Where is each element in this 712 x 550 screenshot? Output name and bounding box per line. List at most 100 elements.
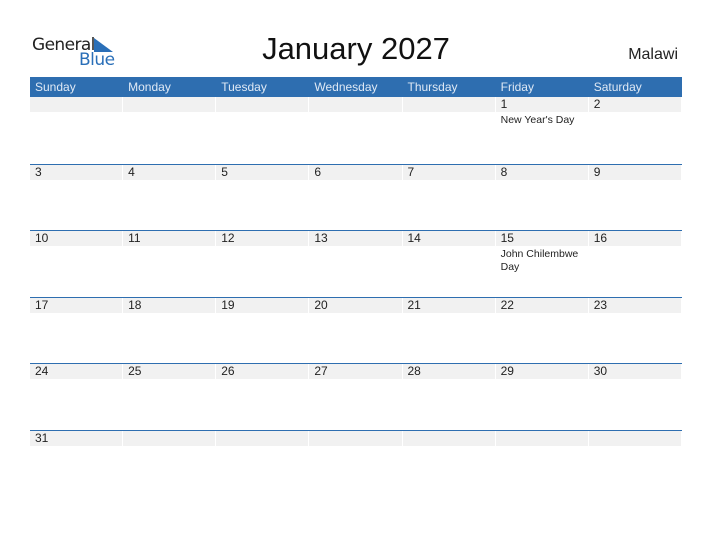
- day-cell: [309, 97, 402, 164]
- day-cell: 1 New Year's Day: [495, 97, 589, 164]
- day-number: 26: [216, 364, 309, 380]
- day-number: 28: [402, 364, 495, 380]
- day-cell: 25: [123, 364, 216, 430]
- holiday-label: New Year's Day: [500, 114, 575, 126]
- weekday-saturday: Saturday: [593, 80, 642, 94]
- day-number: 25: [123, 364, 216, 380]
- day-number: 17: [30, 297, 123, 313]
- weekday-tuesday: Tuesday: [221, 80, 267, 94]
- day-cell: 29: [495, 364, 589, 430]
- day-cell: 21: [402, 297, 496, 364]
- day-number: 1: [495, 97, 588, 112]
- day-number: [123, 97, 216, 112]
- day-cell: 22: [495, 297, 589, 364]
- day-cell: 12: [216, 231, 309, 297]
- day-cell: 26: [216, 364, 309, 430]
- day-cell: 8: [495, 164, 589, 231]
- day-cell: 11: [123, 231, 216, 297]
- day-cell: 15 John Chilembwe Day: [495, 231, 589, 297]
- day-cell: 14: [402, 231, 496, 297]
- day-number: 15: [495, 231, 588, 247]
- day-cell: 2: [588, 97, 682, 164]
- day-number: 9: [588, 164, 681, 180]
- day-cell: [588, 430, 682, 497]
- day-cell: [123, 430, 216, 497]
- day-number: 2: [588, 97, 681, 112]
- week-row: 17 18 19 20 21 22 23: [30, 296, 682, 364]
- country-label: Malawi: [628, 46, 678, 63]
- day-number: 10: [30, 231, 123, 247]
- day-cell: [495, 430, 589, 497]
- day-number: 19: [216, 297, 309, 313]
- day-cell: 31: [30, 430, 123, 497]
- day-number: [30, 97, 123, 112]
- day-number: 12: [216, 231, 309, 247]
- day-number: 20: [309, 297, 402, 313]
- calendar-grid: 1 New Year's Day 2 3 4 5 6 7 8 9 10 11 12 13 14 15 John …: [30, 97, 682, 497]
- day-number: 5: [216, 164, 309, 180]
- day-cell: [402, 97, 496, 164]
- day-cell: 10: [30, 231, 123, 297]
- day-number: [216, 97, 309, 112]
- day-cell: 5: [216, 164, 309, 231]
- day-cell: [30, 97, 123, 164]
- day-number: [495, 430, 588, 446]
- week-row: 1 New Year's Day 2: [30, 97, 682, 164]
- day-cell: [123, 97, 216, 164]
- day-cell: [402, 430, 496, 497]
- day-number: 27: [309, 364, 402, 380]
- day-cell: 4: [123, 164, 216, 231]
- day-cell: 9: [588, 164, 682, 231]
- day-number: [588, 430, 681, 446]
- weekday-friday: Friday: [500, 80, 534, 94]
- day-number: [123, 430, 216, 446]
- day-number: 14: [402, 231, 495, 247]
- day-cell: 23: [588, 297, 682, 364]
- day-cell: 7: [402, 164, 496, 231]
- day-number: [402, 97, 495, 112]
- day-cell: 6: [309, 164, 402, 231]
- day-number: 21: [402, 297, 495, 313]
- day-number: 23: [588, 297, 681, 313]
- day-cell: 30: [588, 364, 682, 430]
- day-cell: [216, 430, 309, 497]
- day-number: 13: [309, 231, 402, 247]
- day-number: 3: [30, 164, 123, 180]
- day-number: 7: [402, 164, 495, 180]
- day-number: 8: [495, 164, 588, 180]
- day-cell: 13: [309, 231, 402, 297]
- day-cell: 18: [123, 297, 216, 364]
- day-number: 18: [123, 297, 216, 313]
- day-cell: 27: [309, 364, 402, 430]
- day-number: 16: [588, 231, 681, 247]
- holiday-label: John Chilembwe Day: [500, 248, 579, 274]
- day-number: 30: [588, 364, 681, 380]
- day-number: 29: [495, 364, 588, 380]
- day-number: 11: [123, 231, 216, 247]
- day-cell: [309, 430, 402, 497]
- week-row: 24 25 26 27 28 29 30: [30, 363, 682, 430]
- day-cell: 20: [309, 297, 402, 364]
- day-number: 24: [30, 364, 123, 380]
- day-cell: [216, 97, 309, 164]
- day-cell: 3: [30, 164, 123, 231]
- day-number: 4: [123, 164, 216, 180]
- weekday-monday: Monday: [128, 80, 171, 94]
- day-number: [309, 430, 402, 446]
- week-row: 10 11 12 13 14 15 John Chilembwe Day 16: [30, 230, 682, 297]
- calendar-title: January 2027: [262, 31, 450, 66]
- weekday-thursday: Thursday: [407, 80, 458, 94]
- day-cell: 16: [588, 231, 682, 297]
- day-cell: 28: [402, 364, 496, 430]
- weekday-wednesday: Wednesday: [314, 80, 378, 94]
- day-number: [309, 97, 402, 112]
- day-cell: 17: [30, 297, 123, 364]
- day-number: [216, 430, 309, 446]
- week-row: 31: [30, 429, 682, 497]
- day-number: 6: [309, 164, 402, 180]
- weekday-header: Sunday Monday Tuesday Wednesday Thursday…: [30, 77, 682, 97]
- weekday-sunday: Sunday: [35, 80, 76, 94]
- day-number: 22: [495, 297, 588, 313]
- day-number: [402, 430, 495, 446]
- day-cell: 24: [30, 364, 123, 430]
